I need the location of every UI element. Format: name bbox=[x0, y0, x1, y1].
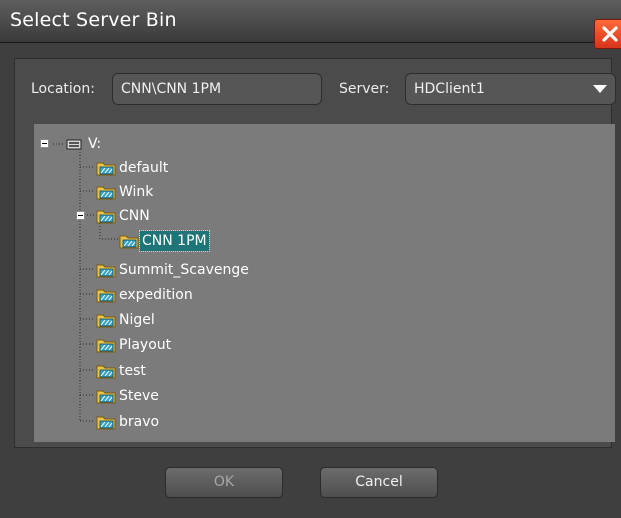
tree-item-label: Summit_Scavenge bbox=[119, 262, 249, 278]
server-label: Server: bbox=[339, 81, 390, 97]
folder-icon bbox=[96, 210, 116, 224]
tree-item-label: Playout bbox=[119, 337, 172, 353]
title-bar[interactable]: Select Server Bin bbox=[0, 0, 621, 49]
collapse-cnn-icon[interactable] bbox=[76, 211, 85, 220]
tree-item-label: test bbox=[119, 363, 146, 379]
tree-item-label: Wink bbox=[119, 184, 154, 200]
ok-button[interactable]: OK bbox=[165, 467, 283, 498]
folder-icon bbox=[96, 416, 116, 430]
server-bin-tree[interactable]: V: default Wink CNN CNN 1PM Summit_Scave… bbox=[34, 124, 615, 442]
drive-icon bbox=[66, 139, 82, 150]
folder-icon bbox=[96, 186, 116, 200]
tree-item-label: CNN bbox=[119, 208, 150, 224]
chevron-down-icon[interactable] bbox=[593, 85, 607, 93]
folder-icon bbox=[96, 162, 116, 176]
location-value: CNN\CNN 1PM bbox=[121, 81, 222, 97]
folder-icon bbox=[96, 289, 116, 303]
folder-icon bbox=[96, 264, 116, 278]
close-button[interactable] bbox=[594, 19, 621, 49]
tree-item-label: default bbox=[119, 160, 169, 176]
location-label: Location: bbox=[31, 81, 95, 97]
tree-item-label: bravo bbox=[119, 414, 160, 430]
server-value: HDClient1 bbox=[414, 81, 485, 97]
tree-root-label: V: bbox=[88, 136, 102, 152]
tree-item-label: Steve bbox=[119, 388, 159, 404]
cancel-button[interactable]: Cancel bbox=[320, 467, 438, 498]
tree-item-label: CNN 1PM bbox=[139, 230, 210, 252]
folder-icon bbox=[96, 365, 116, 379]
folder-icon bbox=[96, 314, 116, 328]
folder-icon bbox=[96, 339, 116, 353]
folder-icon bbox=[96, 390, 116, 404]
server-dropdown[interactable]: HDClient1 bbox=[405, 73, 616, 105]
dialog-title: Select Server Bin bbox=[10, 9, 177, 31]
select-server-bin-dialog: Select Server Bin Location: CNN\CNN 1PM … bbox=[0, 0, 621, 518]
collapse-root-icon[interactable] bbox=[40, 139, 49, 148]
location-field[interactable]: CNN\CNN 1PM bbox=[112, 73, 322, 105]
tree-item-label: Nigel bbox=[119, 312, 155, 328]
close-icon bbox=[602, 26, 618, 42]
folder-icon bbox=[119, 235, 139, 249]
tree-item-label: expedition bbox=[119, 287, 193, 303]
